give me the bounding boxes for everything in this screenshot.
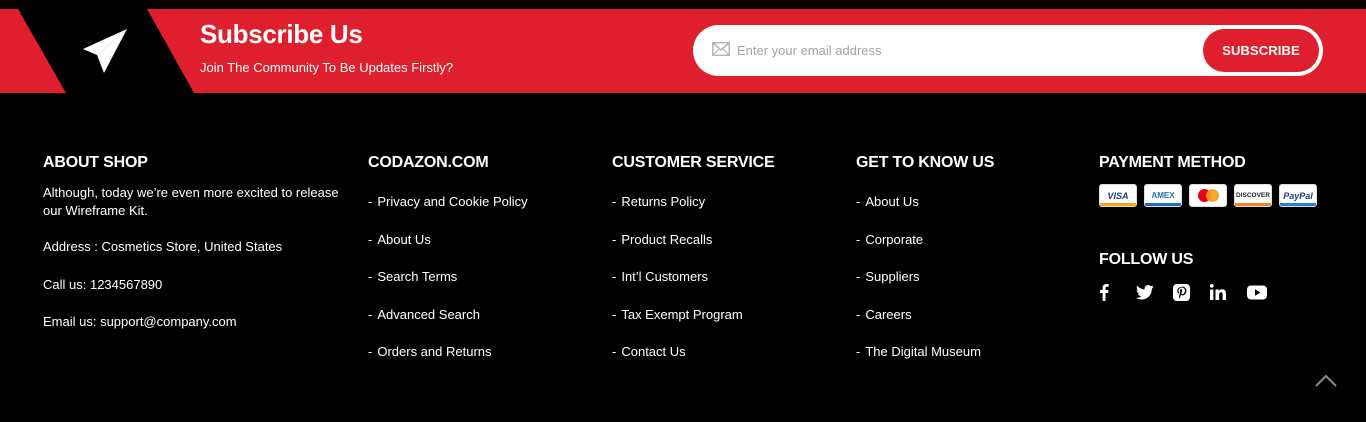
customer-service-links: - Returns Policy - Product Recalls - Int’l … (612, 194, 774, 382)
payment-follow-column: PAYMENT METHOD VISA AMEX DISCOVER PayPal… (1099, 154, 1317, 301)
subscribe-button[interactable]: SUBSCRIBE (1203, 29, 1319, 72)
footer-link-digital-museum[interactable]: The Digital Museum (865, 344, 981, 359)
footer-link-orders-returns[interactable]: Orders and Returns (377, 344, 491, 359)
footer-link-item: - About Us (856, 194, 994, 232)
footer-link-suppliers[interactable]: Suppliers (865, 269, 919, 284)
link-bullet: - (856, 231, 861, 247)
footer-link-tax-exempt[interactable]: Tax Exempt Program (621, 307, 742, 322)
footer-link-intl-customers[interactable]: Int’l Customers (621, 269, 708, 284)
footer-link-item: - Returns Policy (612, 194, 774, 232)
link-bullet: - (856, 194, 861, 209)
mastercard-yellow-circle (1205, 189, 1219, 202)
subscribe-banner: Subscribe Us Join The Community To Be Up… (0, 9, 1366, 93)
link-bullet: - (856, 344, 861, 359)
footer-link-item: - Orders and Returns (368, 344, 528, 382)
envelope-icon (712, 42, 730, 56)
subscribe-tagline: Join The Community To Be Updates Firstly… (200, 60, 454, 75)
footer-link-item: - About Us (368, 232, 528, 270)
store-phone: Call us: 1234567890 (43, 277, 163, 292)
footer-link-privacy[interactable]: Privacy and Cookie Policy (377, 194, 527, 209)
discover-card-icon: DISCOVER (1234, 184, 1272, 207)
get-to-know-us-heading: GET TO KNOW US (856, 154, 995, 171)
link-bullet: - (368, 269, 373, 284)
link-bullet: - (368, 306, 373, 322)
link-bullet: - (612, 269, 617, 284)
payment-cards: VISA AMEX DISCOVER PayPal (1099, 184, 1317, 207)
footer-link-item: - Search Terms (368, 269, 528, 307)
footer-link-item: - Corporate (856, 232, 994, 270)
get-to-know-us-column: GET TO KNOW US - About Us - Corporate - Sup… (856, 154, 994, 382)
footer-link-search-terms[interactable]: Search Terms (377, 269, 457, 284)
link-bullet: - (612, 344, 617, 359)
codazon-column: CODAZON.COM - Privacy and Cookie Policy -… (368, 154, 528, 382)
footer-link-about-us-2[interactable]: About Us (865, 194, 918, 209)
store-address: Address : Cosmetics Store, United States (43, 239, 283, 254)
customer-service-heading: CUSTOMER SERVICE (612, 154, 775, 171)
footer-link-item: - Privacy and Cookie Policy (368, 194, 528, 232)
get-to-know-us-links: - About Us - Corporate - Suppliers - Careers… (856, 194, 994, 382)
footer-link-item: - Int’l Customers (612, 269, 774, 307)
link-bullet: - (856, 269, 861, 284)
link-bullet: - (368, 194, 373, 209)
about-shop-heading: ABOUT SHOP (43, 154, 148, 171)
mastercard-card-icon (1189, 184, 1227, 207)
footer-link-item: - Product Recalls (612, 232, 774, 270)
footer-link-corporate[interactable]: Corporate (865, 232, 923, 247)
payment-method-heading: PAYMENT METHOD (1099, 154, 1246, 171)
link-bullet: - (612, 194, 617, 209)
footer-link-item: - Tax Exempt Program (612, 307, 774, 345)
visa-card-icon: VISA (1099, 184, 1137, 207)
codazon-heading: CODAZON.COM (368, 154, 489, 171)
chevron-up-icon[interactable] (1314, 372, 1338, 388)
link-bullet: - (368, 231, 373, 247)
pinterest-icon[interactable] (1173, 283, 1210, 301)
footer-link-item: - Advanced Search (368, 307, 528, 345)
paper-plane-icon (83, 29, 127, 73)
subscribe-title: Subscribe Us (200, 19, 363, 49)
email-input[interactable] (737, 35, 1187, 65)
codazon-links: - Privacy and Cookie Policy - About Us - Se… (368, 194, 528, 382)
amex-card-icon: AMEX (1144, 184, 1182, 207)
follow-us-heading: FOLLOW US (1099, 251, 1194, 268)
store-email: Email us: support@company.com (43, 314, 237, 329)
paypal-card-icon: PayPal (1279, 184, 1317, 207)
subscribe-form: SUBSCRIBE (693, 25, 1323, 76)
about-description: Although, today we’re even more excited … (43, 185, 339, 218)
social-icons (1099, 283, 1317, 301)
footer-link-item: - Careers (856, 307, 994, 345)
footer-link-careers[interactable]: Careers (865, 307, 911, 322)
about-shop-column: ABOUT SHOP Although, today we’re even mo… (43, 154, 343, 331)
link-bullet: - (612, 231, 617, 247)
linkedin-icon[interactable] (1210, 283, 1247, 301)
facebook-icon[interactable] (1099, 283, 1136, 301)
youtube-icon[interactable] (1247, 283, 1284, 301)
link-bullet: - (856, 306, 861, 322)
footer-link-returns-policy[interactable]: Returns Policy (621, 194, 705, 209)
footer-link-item: - The Digital Museum (856, 344, 994, 382)
link-bullet: - (612, 306, 617, 322)
link-bullet: - (368, 344, 373, 359)
footer-link-advanced-search[interactable]: Advanced Search (377, 307, 480, 322)
footer-link-item: - Contact Us (612, 344, 774, 382)
customer-service-column: CUSTOMER SERVICE - Returns Policy - Produc… (612, 154, 775, 382)
footer-link-contact-us[interactable]: Contact Us (621, 344, 685, 359)
footer-link-product-recalls[interactable]: Product Recalls (621, 232, 712, 247)
footer-link-item: - Suppliers (856, 269, 994, 307)
footer-link-about-us[interactable]: About Us (377, 232, 430, 247)
twitter-icon[interactable] (1136, 283, 1173, 301)
